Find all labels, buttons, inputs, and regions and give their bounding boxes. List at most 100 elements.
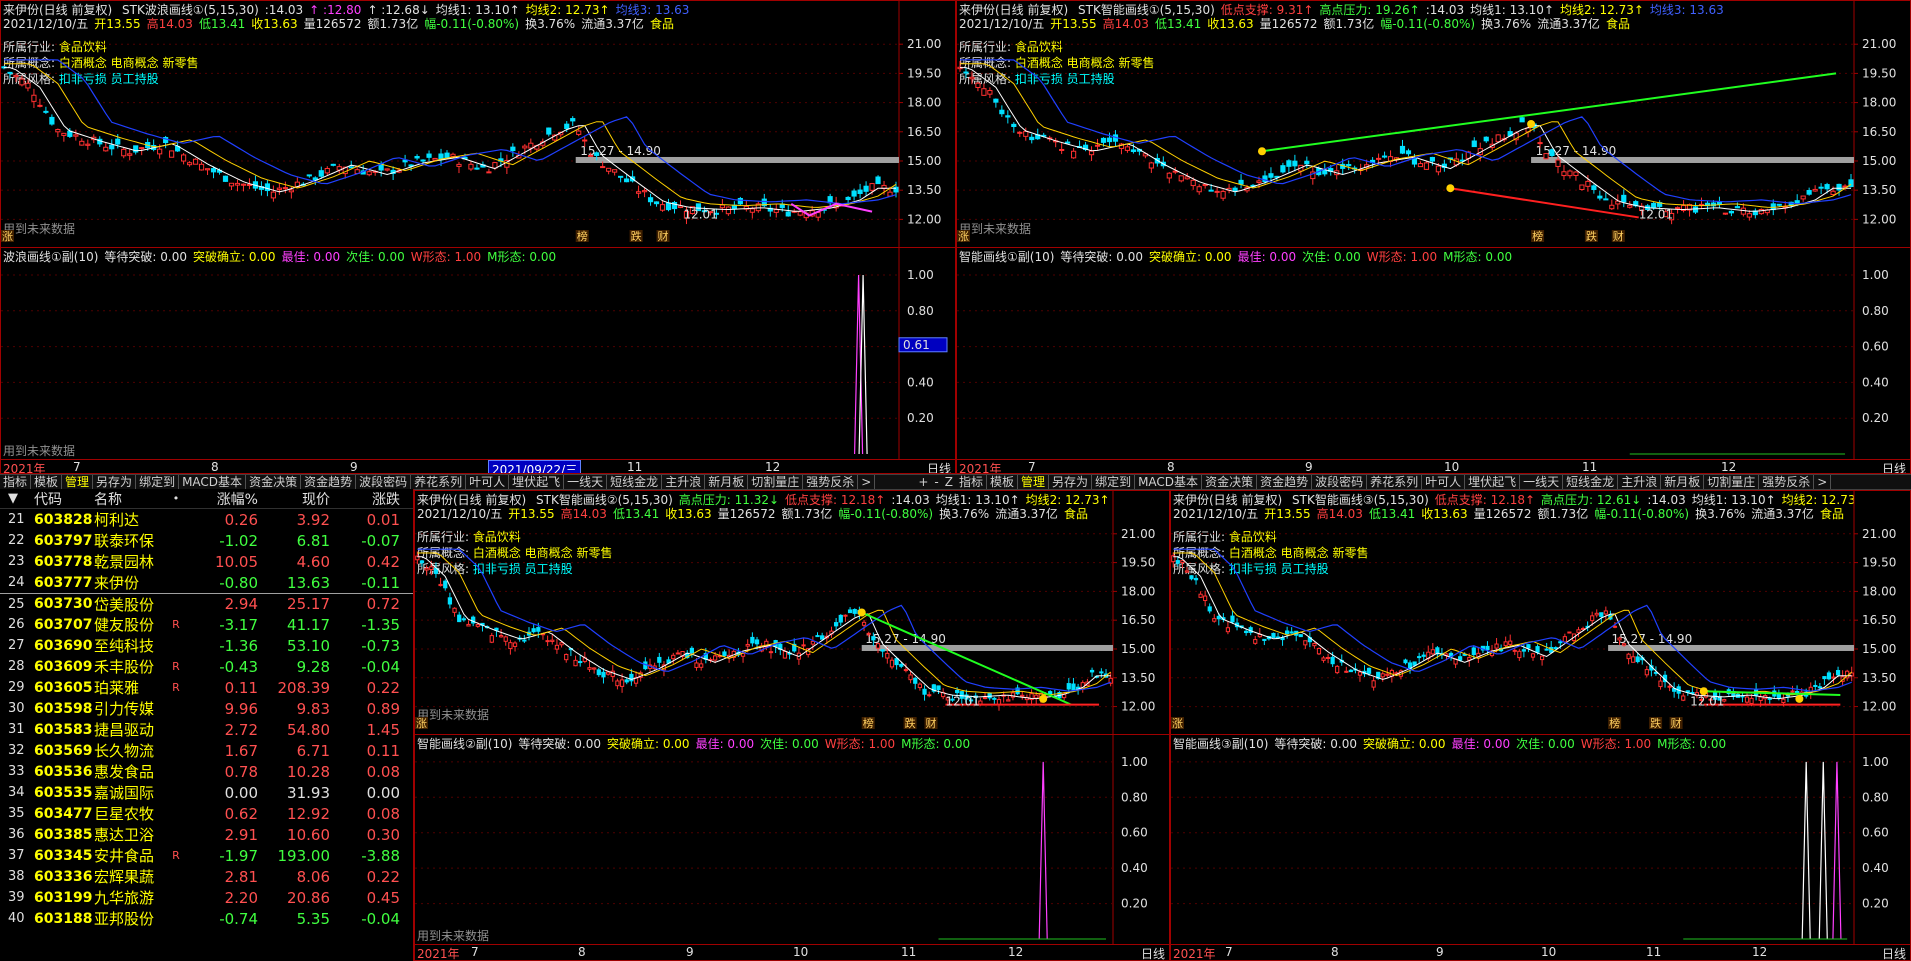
indicator-chart[interactable]: 1.00 0.80 0.60 0.40 0.20 [1171, 735, 1910, 944]
chart-panel-bottom-mid[interactable]: 来伊份(日线 前复权) STK智能画线②(5,15,30) 高点压力: 11.32… [414, 490, 1170, 961]
indicator-tab[interactable]: 管理 [62, 475, 94, 489]
stock-row[interactable]: 36 603385 惠达卫浴 2.91 10.60 0.30 [0, 824, 413, 845]
stock-row[interactable]: 35 603477 巨星农牧 0.62 12.92 0.08 [0, 803, 413, 824]
indicator-tab[interactable]: 一线天 [564, 475, 608, 489]
stock-row[interactable]: 40 603188 亚邦股份 -0.74 5.35 -0.04 [0, 908, 413, 929]
header-name[interactable]: 名称 [94, 489, 164, 509]
header-price[interactable]: 现价 [258, 489, 330, 509]
stock-row[interactable]: 31 603583 捷昌驱动 2.72 54.80 1.45 [0, 719, 413, 740]
stock-row[interactable]: 24 603777 来伊份 -0.80 13.63 -0.11 [0, 572, 413, 593]
indicator-tab[interactable]: 另存为 [1049, 475, 1093, 489]
indicator-tab[interactable]: 指标 [956, 475, 988, 489]
indicator-tab[interactable]: 主升浪 [1618, 475, 1662, 489]
stock-row[interactable]: 29 603605 珀莱雅 R 0.11 208.39 0.22 [0, 677, 413, 698]
stock-row[interactable]: 34 603535 嘉诚国际 0.00 31.93 0.00 [0, 782, 413, 803]
stock-list[interactable]: ▼ 代码 名称 • 涨幅% 现价 涨跌 21 603828 柯利达 0.26 3.92 0… [0, 489, 414, 961]
kline-chart[interactable]: 21.0019.5018.0016.5015.0013.5012.0015.27… [1, 1, 955, 247]
zoom-control[interactable]: + [915, 475, 931, 489]
indicator-tab[interactable]: > [1814, 475, 1832, 489]
stock-row[interactable]: 38 603336 宏辉果蔬 2.81 8.06 0.22 [0, 866, 413, 887]
indicator-tab[interactable]: 强势反杀 [803, 475, 859, 489]
indicator-tab[interactable]: 养花系列 [411, 475, 467, 489]
sort-arrow-icon[interactable]: ▼ [0, 491, 34, 506]
indicator-pane[interactable]: 智能画线②副(10) 等待突破: 0.00 突破确立: 0.00 最佳: 0.00 次佳… [415, 734, 1169, 944]
stock-row[interactable]: 33 603536 惠发食品 0.78 10.28 0.08 [0, 761, 413, 782]
indicator-tab[interactable]: 新月板 [1661, 475, 1705, 489]
candle-body [954, 689, 960, 694]
indicator-pane[interactable]: 智能画线①副(10) 等待突破: 0.00 突破确立: 0.00 最佳: 0.00 次佳… [957, 247, 1910, 459]
indicator-pane[interactable]: 波浪画线①副(10) 等待突破: 0.00 突破确立: 0.00 最佳: 0.00 次佳… [1, 247, 955, 459]
candle-body [594, 152, 600, 156]
candle-body [1430, 649, 1435, 655]
indicator-tab[interactable]: > [858, 475, 876, 489]
indicator-tab[interactable]: 另存为 [93, 475, 137, 489]
chart-panel-top-left[interactable]: 来伊份(日线 前复权) STK波浪画线①(5,15,30):14.03 ↑ :12… [0, 0, 956, 474]
stock-row[interactable]: 27 603690 至纯科技 -1.36 53.10 -0.73 [0, 635, 413, 656]
kline-chart[interactable]: 21.0019.5018.0016.5015.0013.5012.0015.27… [957, 1, 1910, 247]
indicator-tab[interactable]: 资金趋势 [301, 475, 357, 489]
candle-body [1485, 645, 1490, 651]
period-label[interactable]: 日线 [1882, 945, 1906, 960]
zoom-control[interactable]: - [931, 475, 941, 489]
chart-panel-top-right[interactable]: 来伊份(日线 前复权) STK智能画线①(5,15,30) 低点支撑: 9.31↑… [956, 0, 1911, 474]
stock-row[interactable]: 30 603598 引力传媒 9.96 9.83 0.89 [0, 698, 413, 719]
indicator-tab[interactable]: 强势反杀 [1759, 475, 1815, 489]
zoom-control[interactable]: Z [942, 475, 956, 489]
indicator-tab[interactable]: 绑定到 [136, 475, 180, 489]
indicator-tab[interactable]: MACD基本 [179, 475, 247, 489]
stock-row[interactable]: 28 603609 禾丰股份 R -0.43 9.28 -0.04 [0, 656, 413, 677]
indicator-tabbar-right[interactable]: 指标 模板 管理 另存为 绑定到 MACD基本 资金决策 资金趋势 波段密码 养花系列 叶可人 埋伏起… [956, 474, 1911, 490]
indicator-tab[interactable]: 埋伏起飞 [1465, 475, 1521, 489]
indicator-tab[interactable]: 绑定到 [1092, 475, 1136, 489]
kline-chart[interactable]: 21.0019.5018.0016.5015.0013.5012.0015.27… [1171, 491, 1910, 734]
header-change-pct[interactable]: 涨幅% [188, 489, 258, 509]
stock-row[interactable]: 26 603707 健友股份 R -3.17 41.17 -1.35 [0, 614, 413, 635]
kline-pane[interactable]: 来伊份(日线 前复权) STK智能画线①(5,15,30) 低点支撑: 9.31↑… [957, 1, 1910, 247]
indicator-tab[interactable]: 资金决策 [1202, 475, 1258, 489]
indicator-tab[interactable]: 模板 [987, 475, 1019, 489]
indicator-tab[interactable]: 资金趋势 [1257, 475, 1313, 489]
indicator-chart[interactable]: 1.000.800.600.400.200.61 [1, 248, 955, 459]
stock-row[interactable]: 39 603199 九华旅游 2.20 20.86 0.45 [0, 887, 413, 908]
chart-panel-bottom-right[interactable]: 来伊份(日线 前复权) STK智能画线③(5,15,30) 低点支撑: 12.18… [1170, 490, 1911, 961]
indicator-tab[interactable]: MACD基本 [1135, 475, 1203, 489]
indicator-tab[interactable]: 切割量庄 [1704, 475, 1760, 489]
indicator-tab[interactable]: 主升浪 [662, 475, 706, 489]
indicator-tab[interactable]: 模板 [31, 475, 63, 489]
header-change[interactable]: 涨跌 [330, 489, 400, 509]
event-badge-label: 榜 [863, 716, 874, 730]
stock-row[interactable]: 32 603569 长久物流 1.67 6.71 0.11 [0, 740, 413, 761]
indicator-tab[interactable]: 管理 [1018, 475, 1050, 489]
kline-chart[interactable]: 21.0019.5018.0016.5015.0013.5012.0015.27… [415, 491, 1169, 734]
kline-pane[interactable]: 来伊份(日线 前复权) STK智能画线②(5,15,30) 高点压力: 11.32… [415, 491, 1169, 734]
indicator-tab[interactable]: 指标 [0, 475, 32, 489]
candle-body [659, 204, 666, 211]
indicator-chart[interactable]: 1.00 0.80 0.60 0.40 0.20 [957, 248, 1910, 459]
stock-row[interactable]: 25 603730 岱美股份 2.94 25.17 0.72 [0, 593, 413, 614]
indicator-tab[interactable]: 养花系列 [1367, 475, 1423, 489]
period-label[interactable]: 日线 [1141, 945, 1165, 960]
period-label[interactable]: 日线 [1882, 460, 1906, 473]
indicator-pane[interactable]: 智能画线③副(10) 等待突破: 0.00 突破确立: 0.00 最佳: 0.00 次佳… [1171, 734, 1910, 944]
indicator-tab[interactable]: 波段密码 [356, 475, 412, 489]
indicator-tab[interactable]: 叶可人 [466, 475, 510, 489]
stock-row[interactable]: 22 603797 联泰环保 -1.02 6.81 -0.07 [0, 530, 413, 551]
indicator-tab[interactable]: 资金决策 [246, 475, 302, 489]
indicator-tab[interactable]: 新月板 [705, 475, 749, 489]
header-code[interactable]: 代码 [34, 489, 94, 509]
indicator-tab[interactable]: 短线金龙 [607, 475, 663, 489]
indicator-tab[interactable]: 叶可人 [1422, 475, 1466, 489]
indicator-tab[interactable]: 埋伏起飞 [509, 475, 565, 489]
stock-row[interactable]: 23 603778 乾景园林 10.05 4.60 0.42 [0, 551, 413, 572]
indicator-chart[interactable]: 1.00 0.80 0.60 0.40 0.20 [415, 735, 1169, 944]
indicator-tab[interactable]: 切割量庄 [748, 475, 804, 489]
period-label[interactable]: 日线 [927, 460, 951, 473]
stock-row[interactable]: 21 603828 柯利达 0.26 3.92 0.01 [0, 509, 413, 530]
indicator-tab[interactable]: 波段密码 [1312, 475, 1368, 489]
kline-pane[interactable]: 来伊份(日线 前复权) STK波浪画线①(5,15,30):14.03 ↑ :12… [1, 1, 955, 247]
kline-pane[interactable]: 来伊份(日线 前复权) STK智能画线③(5,15,30) 低点支撑: 12.18… [1171, 491, 1910, 734]
stock-row[interactable]: 37 603345 安井食品 R -1.97 193.00 -3.88 [0, 845, 413, 866]
indicator-tab[interactable]: 短线金龙 [1563, 475, 1619, 489]
event-badge-label: 财 [1671, 716, 1682, 730]
indicator-tab[interactable]: 一线天 [1520, 475, 1564, 489]
